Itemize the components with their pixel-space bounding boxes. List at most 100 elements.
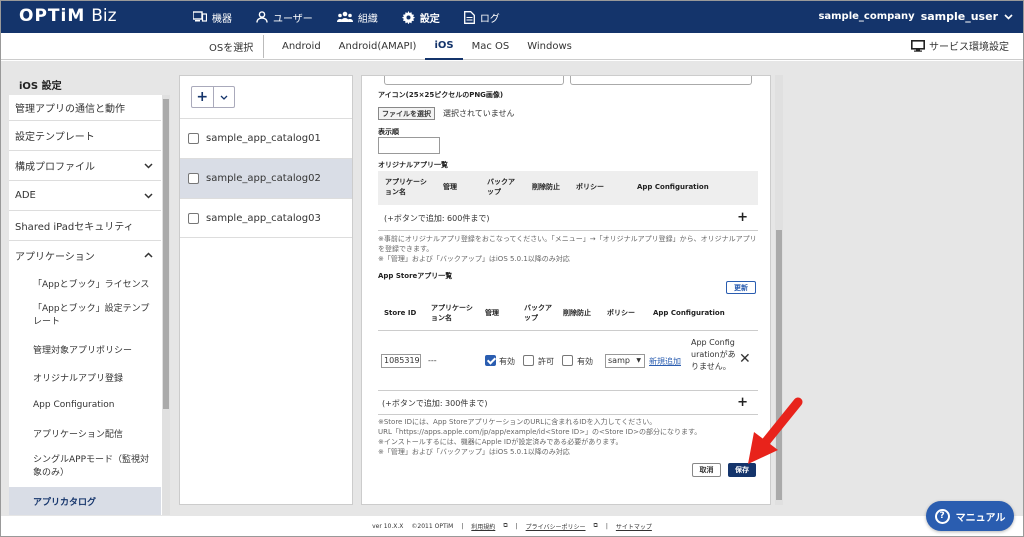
- catalog-list-panel: + sample_app_catalog01 sample_app_catalo…: [179, 75, 353, 505]
- privacy-link[interactable]: プライバシーポリシー: [526, 522, 586, 531]
- scroll-thumb[interactable]: [163, 99, 169, 409]
- terms-link[interactable]: 利用規約: [471, 522, 495, 531]
- chevron-down-icon: [144, 192, 153, 199]
- external-link-icon: ⧉: [503, 522, 508, 529]
- help-icon: ?: [934, 508, 950, 524]
- file-status: 選択されていません: [443, 109, 515, 118]
- sidebar-title: iOS 設定: [19, 81, 62, 92]
- app-name: ---: [428, 356, 437, 365]
- sidebar-item-application[interactable]: アプリケーション: [9, 241, 161, 269]
- catalog-item[interactable]: sample_app_catalog03: [180, 198, 352, 238]
- catalog-item[interactable]: sample_app_catalog01: [180, 118, 352, 158]
- tab-windows[interactable]: Windows: [518, 33, 581, 60]
- manage-checkbox[interactable]: [485, 355, 496, 366]
- os-select-label: OSを選択: [209, 43, 254, 54]
- sidebar-item-app-communication[interactable]: 管理アプリの通信と動作: [9, 95, 161, 121]
- select-field[interactable]: [570, 76, 752, 85]
- original-note: ※事前にオリジナルアプリ登録をおこなってください。「メニュー」→「オリジナルアプ…: [378, 235, 757, 253]
- optim-biz-logo[interactable]: OPTiM Biz: [19, 6, 117, 26]
- sidebar-item-app-catalog[interactable]: アプリカタログ: [9, 487, 161, 515]
- store-note: URL「https://apps.apple.com/jp/app/exampl…: [378, 428, 702, 436]
- chevron-down-icon: [1004, 13, 1013, 20]
- policy-select[interactable]: samp ▼: [605, 354, 645, 368]
- sidebar-item-single-app-mode[interactable]: シングルAPPモード（監視対象のみ）: [9, 447, 161, 487]
- main-area: iOS 設定 管理アプリの通信と動作 設定テンプレート 構成プロファイル ADE…: [1, 61, 1023, 516]
- sidebar-item-setting-template[interactable]: 設定テンプレート: [9, 121, 161, 151]
- nav-device[interactable]: 機器: [181, 1, 244, 33]
- device-icon: [193, 11, 207, 22]
- user-icon: [256, 11, 268, 23]
- store-app-row: 1085319 --- 有効 許可 有効 samp ▼ 新規追加 App Conf…: [378, 331, 758, 391]
- original-add-row: (+ボタンで追加: 600件まで) +: [378, 205, 758, 231]
- order-label: 表示順: [378, 128, 399, 136]
- external-link-icon: ⧉: [593, 522, 598, 529]
- sidebar-item-managed-app-policy[interactable]: 管理対象アプリポリシー: [9, 335, 161, 363]
- tab-android-amapi[interactable]: Android(AMAPI): [330, 33, 426, 60]
- catalog-detail-panel: アイコン(25×25ピクセルのPNG画像) ファイルを選択 選択されていません …: [361, 75, 771, 505]
- nav-log[interactable]: ログ: [452, 1, 512, 33]
- nav-settings[interactable]: 設定: [390, 1, 452, 33]
- main-nav: 機器 ユーザー 組織 設定 ログ: [181, 1, 512, 33]
- store-note: ※Store IDには、App StoreアプリケーションのURLに含まれるID…: [378, 418, 657, 426]
- config-message: App Configurationがありません。: [691, 338, 736, 371]
- add-catalog-button-group: +: [191, 86, 235, 108]
- original-note: ※「管理」および「バックアップ」はiOS 5.0.1以降のみ対応: [378, 255, 570, 263]
- new-config-link[interactable]: 新規追加: [649, 356, 681, 367]
- user-name: sample_user: [920, 10, 998, 23]
- sidebar-item-app-distribution[interactable]: アプリケーション配信: [9, 419, 161, 447]
- chevron-down-icon: [220, 95, 228, 100]
- tab-ios[interactable]: iOS: [425, 33, 463, 60]
- chevron-down-icon: [144, 162, 153, 169]
- os-tabs: Android Android(AMAPI) iOS Mac OS Window…: [273, 33, 581, 60]
- group-icon: [336, 11, 353, 22]
- sidebar-item-ade[interactable]: ADE: [9, 181, 161, 211]
- cancel-button[interactable]: 取消: [692, 463, 721, 477]
- store-table-header: Store ID アプリケーション名 管理 バックアップ 削除防止 ポリシー A…: [378, 297, 758, 331]
- log-icon: [463, 10, 475, 24]
- footer: ver 10.X.X ©2011 OPTiM | 利用規約 ⧉ | プライバシー…: [1, 516, 1023, 536]
- icon-label: アイコン(25×25ピクセルのPNG画像): [378, 91, 504, 99]
- store-note: ※「管理」および「バックアップ」はiOS 5.0.1以降のみ対応: [378, 448, 570, 456]
- copyright: ©2011 OPTiM: [411, 522, 454, 530]
- version: ver 10.X.X: [372, 522, 404, 530]
- add-catalog-button[interactable]: +: [192, 87, 213, 107]
- nav-group[interactable]: 組織: [325, 1, 390, 33]
- catalog-checkbox[interactable]: [188, 212, 199, 224]
- user-menu[interactable]: sample_company sample_user: [818, 10, 1013, 23]
- store-id-input[interactable]: 1085319: [381, 354, 421, 368]
- sidebar-item-original-app[interactable]: オリジナルアプリ登録: [9, 363, 161, 391]
- sidebar-item-config-profile[interactable]: 構成プロファイル: [9, 151, 161, 181]
- original-app-label: オリジナルアプリ一覧: [378, 161, 448, 169]
- catalog-checkbox[interactable]: [188, 173, 199, 184]
- company-name: sample_company: [818, 11, 915, 22]
- catalog-item-selected[interactable]: sample_app_catalog02: [180, 158, 352, 198]
- gear-icon: [401, 10, 415, 24]
- manual-button[interactable]: ? マニュアル: [926, 501, 1014, 531]
- red-arrow-annotation: [748, 397, 803, 464]
- sidebar-item-vpp-license[interactable]: 「Appとブック」ライセンス: [9, 269, 161, 297]
- top-bar: OPTiM Biz 機器 ユーザー 組織 設定 ログ sample_company…: [1, 1, 1023, 33]
- divider: [263, 35, 264, 58]
- update-button[interactable]: 更新: [726, 281, 756, 294]
- sitemap-link[interactable]: サイトマップ: [616, 522, 652, 531]
- store-add-row: (+ボタンで追加: 300件まで) +: [378, 391, 758, 415]
- nav-user[interactable]: ユーザー: [244, 1, 325, 33]
- tab-macos[interactable]: Mac OS: [463, 33, 519, 60]
- order-input[interactable]: [378, 137, 440, 154]
- select-field[interactable]: [384, 76, 564, 85]
- sidebar-item-app-configuration[interactable]: App Configuration: [9, 391, 161, 419]
- delete-protect-checkbox[interactable]: [562, 355, 573, 366]
- file-select-button[interactable]: ファイルを選択: [378, 107, 435, 120]
- sidebar: 管理アプリの通信と動作 設定テンプレート 構成プロファイル ADE Shared…: [9, 95, 170, 515]
- sidebar-item-shared-ipad[interactable]: Shared iPadセキュリティ: [9, 211, 161, 241]
- add-menu-dropdown[interactable]: [212, 87, 235, 107]
- tab-android[interactable]: Android: [273, 33, 330, 60]
- sidebar-scrollbar[interactable]: [162, 95, 170, 515]
- backup-checkbox[interactable]: [523, 355, 534, 366]
- service-env-link[interactable]: サービス環境設定: [911, 38, 1009, 53]
- monitor-icon: [911, 39, 925, 52]
- close-icon[interactable]: ✕: [739, 351, 751, 367]
- sidebar-item-vpp-template[interactable]: 「Appとブック」設定テンプレート: [9, 297, 161, 335]
- add-original-app-button[interactable]: +: [737, 210, 748, 225]
- catalog-checkbox[interactable]: [188, 133, 199, 144]
